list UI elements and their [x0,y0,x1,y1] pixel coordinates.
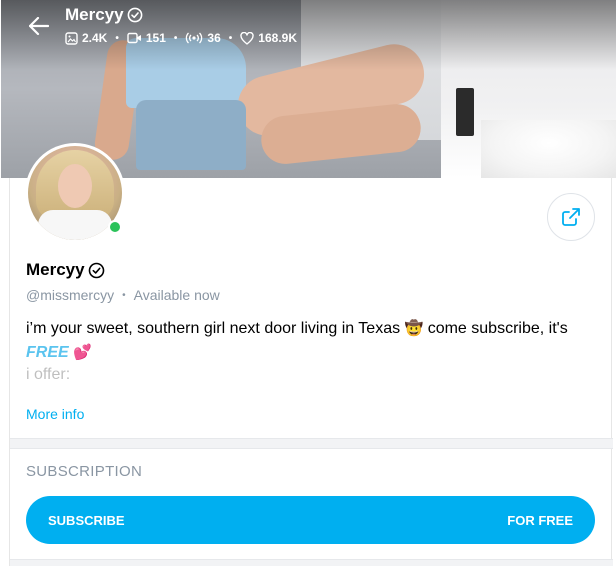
stat-photos: 2.4K [65,31,107,45]
avatar-face [58,164,92,208]
stat-separator: • [173,32,178,44]
profile-page: Mercyy 2.4K • 151 • 36 • 168.9K Mercyy @… [1,0,616,566]
heart-icon [240,31,254,45]
subscribe-button-label: SUBSCRIBE [48,512,125,528]
share-icon [562,208,580,226]
subscription-heading: SUBSCRIPTION [26,463,143,480]
handle-separator: • [122,289,126,301]
profile-bio: i’m your sweet, southern girl next door … [26,317,596,365]
subscribe-button-price: FOR FREE [507,512,573,528]
stat-separator: • [228,32,233,44]
verified-badge-icon [88,262,104,278]
cowboy-emoji: 🤠 [404,320,424,337]
stat-separator: • [115,32,119,44]
stat-likes: 168.9K [240,31,297,45]
topbar-name: Mercyy [65,5,124,24]
stat-videos-count: 151 [145,31,166,45]
availability-status: Available now [133,287,220,303]
profile-handle: @missmercyy [26,287,115,303]
stat-streams: 36 [185,31,221,45]
avatar-fur [38,210,112,240]
profile-stats: 2.4K • 151 • 36 • 168.9K [65,31,297,45]
stat-streams-count: 36 [207,31,221,45]
online-status-dot [108,220,122,234]
cover-speaker [456,88,474,136]
broadcast-icon [186,32,203,44]
subscribe-button[interactable]: SUBSCRIBE FOR FREE [26,496,595,544]
bio-line-hidden: ... [26,390,39,398]
verified-badge-icon [127,7,143,23]
bio-line-faded: i offer: [26,366,71,383]
bio-line1-tail: come subscribe, it's [427,320,568,337]
section-divider [10,438,613,449]
profile-name-row: Mercyy [26,260,105,280]
hearts-emoji: 💕 [73,344,92,361]
share-button[interactable] [547,193,595,241]
stat-photos-count: 2.4K [82,31,108,45]
more-info-link[interactable]: More info [26,406,84,422]
bio-free-word: FREE [26,344,69,361]
stat-likes-count: 168.9K [258,31,297,45]
stat-videos: 151 [127,31,166,45]
video-icon [127,32,141,44]
profile-handle-row: @missmercyy • Available now [26,287,220,303]
topbar-title: Mercyy [65,5,143,25]
top-bar: Mercyy 2.4K • 151 • 36 • 168.9K [1,0,616,60]
cover-rug [481,120,616,178]
back-button[interactable] [27,14,51,38]
image-icon [65,31,78,45]
profile-name: Mercyy [26,260,85,279]
arrow-left-icon [29,17,49,35]
cover-figure-shorts [136,100,246,170]
bio-line1: i’m your sweet, southern girl next door … [26,320,401,337]
section-divider [10,559,613,566]
